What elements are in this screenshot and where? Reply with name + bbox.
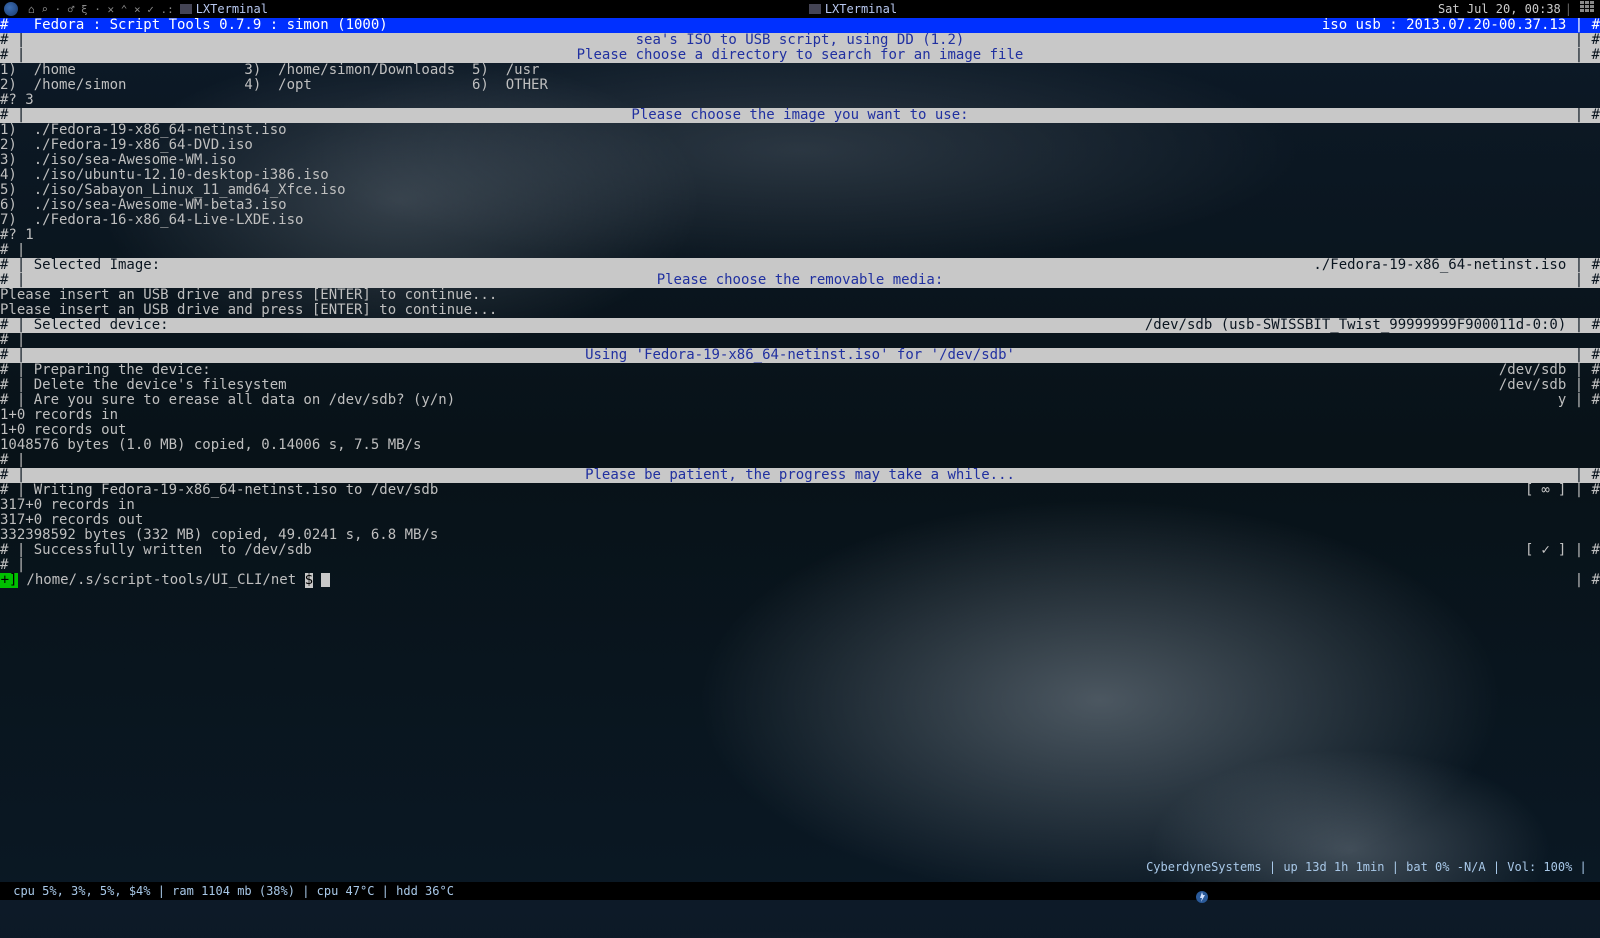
prompt-path: /home/.s/script-tools/UI_CLI/net <box>18 573 305 588</box>
taskbar-window-2[interactable]: LXTerminal <box>809 2 897 17</box>
dir-input: #? 3 <box>0 93 1600 108</box>
prepare-line: # | Preparing the device:/dev/sdb | # <box>0 363 1600 378</box>
infinity-icon: ∞ <box>1533 483 1557 498</box>
script-header-4: # | Using 'Fedora-19-x86_64-netinst.iso'… <box>0 348 1600 363</box>
writing-line: # | Writing Fedora-19-x86_64-netinst.iso… <box>0 483 1600 498</box>
image-prompt: Please choose the image you want to use: <box>25 108 1574 123</box>
cursor-icon <box>321 573 330 587</box>
script-header-5: # | Please be patient, the progress may … <box>0 468 1600 483</box>
terminal-icon <box>809 4 821 14</box>
script-header-2: # | Please choose the image you want to … <box>0 108 1600 123</box>
dir-prompt: Please choose a directory to search for … <box>25 48 1574 63</box>
media-prompt: Please choose the removable media: <box>25 273 1574 288</box>
fedora-logo-icon[interactable] <box>4 2 18 16</box>
script-title: sea's ISO to USB script, using DD (1.2) <box>25 33 1574 48</box>
dd-output: 1+0 records in <box>0 408 1600 423</box>
confirm-erase-line: # | Are you sure to erease all data on /… <box>0 393 1600 408</box>
image-option: 3) ./iso/sea-Awesome-WM.iso <box>0 153 1600 168</box>
dd-output: 317+0 records out <box>0 513 1600 528</box>
selected-image-value: ./Fedora-19-x86_64-netinst.iso | # <box>1313 258 1600 273</box>
taskbar-separator: | <box>1565 2 1572 17</box>
dd-output: 1048576 bytes (1.0 MB) copied, 0.14006 s… <box>0 438 1600 453</box>
patience-text: Please be patient, the progress may take… <box>25 468 1574 483</box>
taskbar-window-2-label: LXTerminal <box>825 2 897 17</box>
image-option: 2) ./Fedora-19-x86_64-DVD.iso <box>0 138 1600 153</box>
terminal-icon <box>180 4 192 14</box>
image-option: 1) ./Fedora-19-x86_64-netinst.iso <box>0 123 1600 138</box>
workspace-grid-icon[interactable] <box>1580 1 1596 17</box>
prompt-dollar: $ <box>305 573 313 588</box>
delete-fs-line: # | Delete the device's filesystem/dev/s… <box>0 378 1600 393</box>
using-iso-text: Using 'Fedora-19-x86_64-netinst.iso' for… <box>25 348 1574 363</box>
hash-line: # | <box>0 333 1600 348</box>
image-option: 6) ./iso/sea-Awesome-WM-beta3.iso <box>0 198 1600 213</box>
script-header-3: # | Please choose the removable media: |… <box>0 273 1600 288</box>
check-icon: ✓ <box>1533 543 1557 558</box>
title-left: # Fedora : Script Tools 0.7.9 : simon (1… <box>0 18 388 33</box>
taskbar-window-1-label: LXTerminal <box>196 2 268 17</box>
selected-device-label: # | Selected device: <box>0 318 169 333</box>
system-stats-right: CyberdyneSystems | up 13d 1h 1min | bat … <box>1117 845 1594 938</box>
usb-prompt-line: Please insert an USB drive and press [EN… <box>0 303 1600 318</box>
taskbar-clock: Sat Jul 20, 00:38 <box>1438 2 1565 17</box>
hash-line: # | <box>0 558 1600 573</box>
prompt-symbol-icon: +] <box>0 573 18 588</box>
selected-image-bar: # | Selected Image: ./Fedora-19-x86_64-n… <box>0 258 1600 273</box>
system-stats-left: cpu 5%, 3%, 5%, $4% | ram 1104 mb (38%) … <box>6 884 454 899</box>
selected-device-value: /dev/sdb (usb-SWISSBIT_Twist_99999999F90… <box>1145 318 1600 333</box>
image-option: 5) ./iso/Sabayon_Linux_11_amd64_Xfce.iso <box>0 183 1600 198</box>
dd-output: 1+0 records out <box>0 423 1600 438</box>
hash-line: # | <box>0 243 1600 258</box>
dd-output: 317+0 records in <box>0 498 1600 513</box>
bottom-status-bar: cpu 5%, 3%, 5%, $4% | ram 1104 mb (38%) … <box>0 882 1600 900</box>
terminal-window[interactable]: # Fedora : Script Tools 0.7.9 : simon (1… <box>0 18 1600 588</box>
hash-line: # | <box>0 453 1600 468</box>
terminal-title-bar: # Fedora : Script Tools 0.7.9 : simon (1… <box>0 18 1600 33</box>
usb-prompt-line: Please insert an USB drive and press [EN… <box>0 288 1600 303</box>
image-input: #? 1 <box>0 228 1600 243</box>
dd-output: 332398592 bytes (332 MB) copied, 49.0241… <box>0 528 1600 543</box>
image-option: 7) ./Fedora-16-x86_64-Live-LXDE.iso <box>0 213 1600 228</box>
title-right: iso usb : 2013.07.20-00.37.13 | # <box>1322 18 1600 33</box>
taskbar-left: ⌂ ⌕ · ♂ ξ · ✕ ⌃ × ✓ .: LXTerminal <box>4 2 268 17</box>
taskbar-window-1[interactable]: LXTerminal <box>180 2 268 17</box>
selected-device-bar: # | Selected device: /dev/sdb (usb-SWISS… <box>0 318 1600 333</box>
top-taskbar: ⌂ ⌕ · ♂ ξ · ✕ ⌃ × ✓ .: LXTerminal LXTerm… <box>0 0 1600 18</box>
image-option: 4) ./iso/ubuntu-12.10-desktop-i386.iso <box>0 168 1600 183</box>
shell-prompt-line[interactable]: +] /home/.s/script-tools/UI_CLI/net $ | … <box>0 573 1600 588</box>
selected-image-label: # | Selected Image: <box>0 258 160 273</box>
dir-option: 1) /home 3) /home/simon/Downloads 5) /us… <box>0 63 1600 78</box>
taskbar-launcher-icons[interactable]: ⌂ ⌕ · ♂ ξ · ✕ ⌃ × ✓ .: <box>28 2 174 17</box>
power-icon[interactable] <box>1152 875 1166 889</box>
dir-option: 2) /home/simon 4) /opt 6) OTHER <box>0 78 1600 93</box>
script-header-1: # | sea's ISO to USB script, using DD (1… <box>0 33 1600 48</box>
success-line: # | Successfully written to /dev/sdb [ ✓… <box>0 543 1600 558</box>
script-header-1b: # | Please choose a directory to search … <box>0 48 1600 63</box>
